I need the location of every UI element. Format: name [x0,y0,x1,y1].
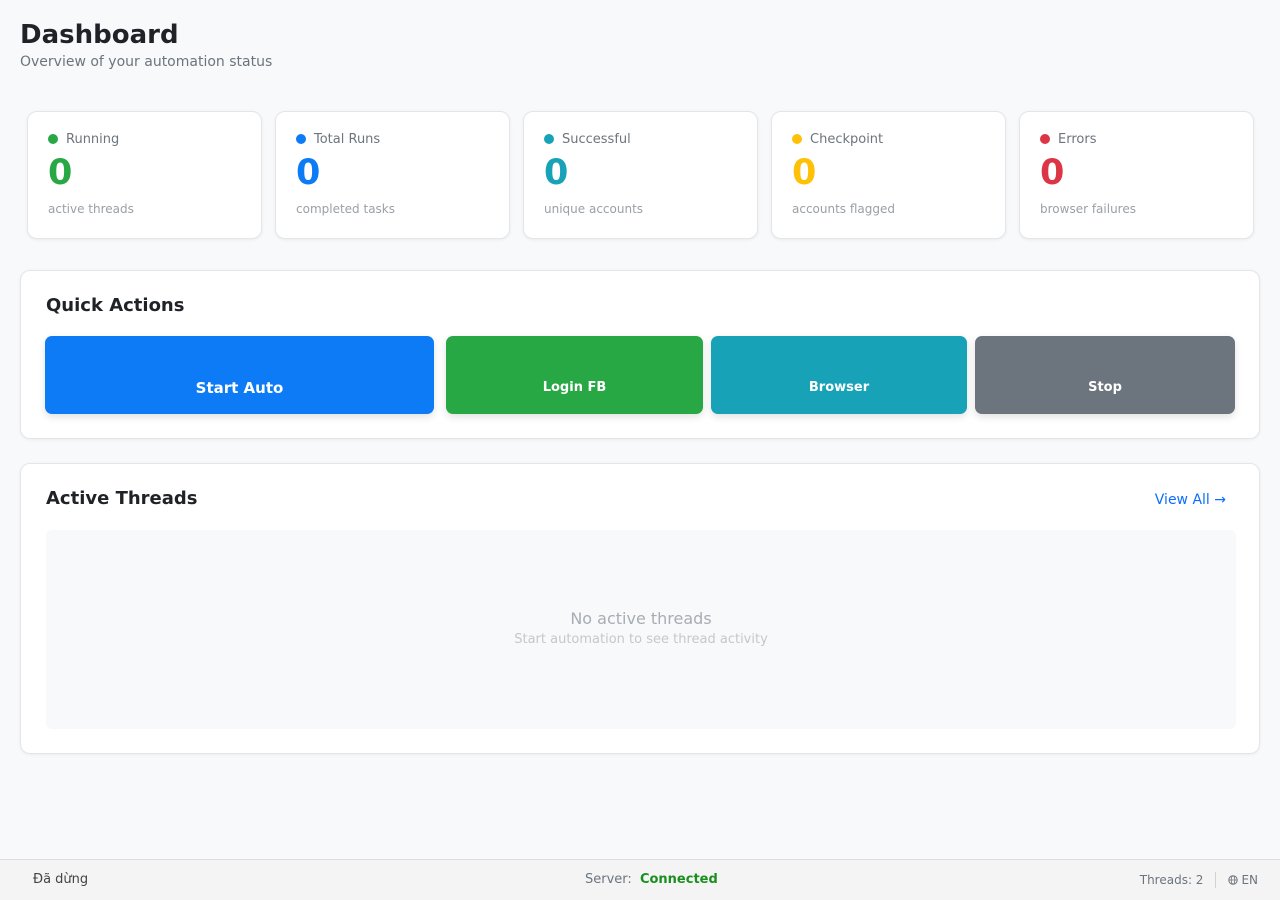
stat-desc: unique accounts [544,202,644,216]
stat-label: Errors [1058,131,1097,147]
stat-value: 0 [1040,153,1065,193]
stat-value: 0 [792,153,817,193]
server-connected-text: Connected [639,872,718,887]
stat-label: Successful [562,131,631,147]
start-auto-button[interactable]: Start Auto [45,336,434,414]
stat-desc: accounts flagged [792,202,896,216]
active-threads-panel: Active Threads View All → No active thre… [20,463,1260,754]
status-right: Threads: 2 EN [1140,872,1258,888]
language-label: EN [1241,873,1258,887]
page-title: Dashboard [20,20,179,50]
stat-card-checkpoint: Checkpoint 0 accounts flagged [771,111,1006,239]
globe-icon [1228,875,1239,885]
browser-button[interactable]: Browser [711,336,967,414]
login-fb-button[interactable]: Login FB [446,336,703,414]
stat-card-errors: Errors 0 browser failures [1019,111,1254,239]
stat-value: 0 [48,153,73,193]
empty-state-title: No active threads [570,609,712,628]
empty-state-description: Start automation to see thread activity [514,632,768,647]
server-label: Server: [585,872,632,887]
automation-state: Đã dừng [33,872,89,887]
empty-state: No active threads Start automation to se… [46,530,1236,729]
stat-card-total-runs: Total Runs 0 completed tasks [275,111,510,239]
panel-title: Quick Actions [46,295,185,316]
stat-value: 0 [296,153,321,193]
stop-button[interactable]: Stop [975,336,1235,414]
stat-card-successful: Successful 0 unique accounts [523,111,758,239]
stat-label: Total Runs [314,131,381,147]
stat-desc: browser failures [1040,202,1136,216]
stat-label: Checkpoint [810,131,884,147]
threads-count: Threads: 2 [1139,873,1204,887]
stats-row: Running 0 active threads Total Runs 0 co… [27,111,1254,239]
stat-card-running: Running 0 active threads [27,111,262,239]
stat-desc: completed tasks [296,202,395,216]
view-all-link[interactable]: View All → [1155,492,1226,508]
status-dot [296,134,306,144]
page-header: Dashboard Overview of your automation st… [20,20,272,70]
page-subtitle: Overview of your automation status [20,54,273,70]
stat-desc: active threads [48,202,134,216]
divider [1215,872,1217,888]
status-dot [1040,134,1050,144]
panel-title: Active Threads [46,488,198,509]
quick-actions-panel: Quick Actions Start Auto Login FB Browse… [20,270,1260,439]
status-dot [48,134,58,144]
status-dot [792,134,802,144]
status-dot [544,134,554,144]
server-status: Server: Connected [585,872,718,887]
stat-label: Running [66,131,120,147]
language-switcher[interactable]: EN [1228,873,1258,887]
status-bar: Đã dừng Server: Connected Threads: 2 EN [0,859,1280,900]
stat-value: 0 [544,153,569,193]
